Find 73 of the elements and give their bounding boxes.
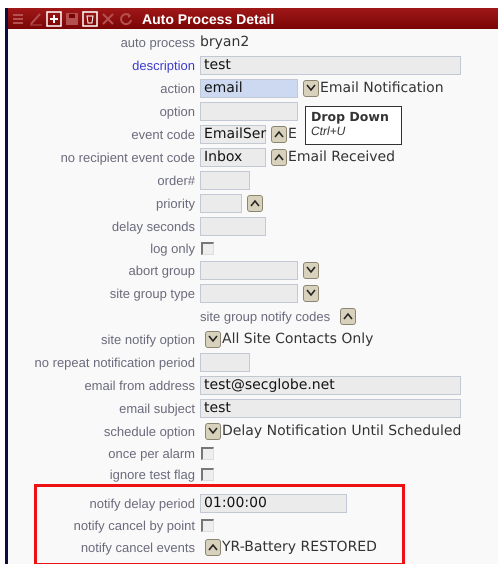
input-field[interactable]: Inbox [200,148,266,166]
field-label: option [158,104,196,118]
field-label: notify delay period [88,496,196,510]
dropdown-button[interactable] [247,194,263,212]
tooltip-title: Drop Down [311,109,390,124]
field-label: abort group [128,262,196,278]
field-label: ignore test flag [108,466,196,482]
caret-icon [274,130,284,138]
checkbox[interactable] [201,518,214,532]
option-text: All Site Contacts Only [222,331,374,347]
input-field[interactable]: EmailSer [200,124,266,144]
option-text: Email Received [288,149,395,165]
dropdown-button[interactable] [205,422,221,440]
input-field[interactable]: test@secglobe.net [200,376,461,394]
caret-icon [306,289,316,297]
caret-icon [343,312,354,320]
input-field[interactable]: 01:00:00 [200,494,347,512]
value-text: bryan2 [200,34,250,50]
add-icon[interactable] [46,10,62,26]
trash-icon[interactable] [82,10,98,26]
option-text: YR-Battery RESTORED [222,539,377,555]
option-text: Email Notification [320,80,444,96]
input-field[interactable] [200,170,250,190]
field-label: no recipient event code [60,150,196,164]
checkbox[interactable] [201,468,214,480]
option-text: E [288,126,297,142]
field-label: no repeat notification period [34,354,196,370]
caret-icon [306,266,316,274]
field-label: notify cancel by point [72,518,196,532]
input-field[interactable]: test [200,398,461,418]
dropdown-button[interactable] [205,538,221,556]
field-label: site notify option [100,332,196,346]
input-field[interactable] [200,102,298,120]
checkbox[interactable] [201,242,214,254]
dropdown-button[interactable] [303,80,319,96]
field-label: delay seconds [110,218,196,234]
caret-icon [274,153,284,161]
shortcut-text: Ctrl+U [311,124,346,138]
field-label: event code [130,126,196,142]
input-field[interactable] [200,260,298,280]
input-field[interactable]: email [200,78,298,98]
dropdown-button[interactable] [271,126,287,142]
field-label: order# [156,172,196,188]
input-field[interactable] [200,352,250,372]
checkbox[interactable] [201,446,214,460]
field-label: once per alarm [107,446,196,460]
window-title: Auto Process Detail [142,10,274,26]
field-label: site group type [108,286,196,300]
dropdown-button[interactable] [205,330,221,348]
caret-icon [250,199,260,207]
field-label: description [131,58,196,72]
input-field[interactable]: test [200,56,461,74]
dropdown-button[interactable] [340,308,356,324]
field-label: log only [149,240,196,256]
dropdown-button[interactable] [271,148,287,166]
caret-icon [306,84,316,92]
input-field[interactable] [200,194,242,212]
option-text: Delay Notification Until Scheduled [222,423,462,439]
field-label: action [159,80,196,96]
field-label: email subject [118,400,196,416]
field-label: email from address [83,378,196,392]
input-field[interactable] [200,284,298,302]
dropdown-button[interactable] [303,284,319,302]
caret-icon [208,427,218,435]
caret-icon [208,335,218,343]
input-field[interactable] [200,216,266,236]
field-label: priority [154,196,196,210]
field-label: site group notify codes [200,308,330,324]
field-label: notify cancel events [80,540,196,554]
dropdown-button[interactable] [303,262,319,278]
caret-icon [208,543,218,551]
field-label: auto process [120,34,196,50]
field-label: schedule option [102,424,196,438]
